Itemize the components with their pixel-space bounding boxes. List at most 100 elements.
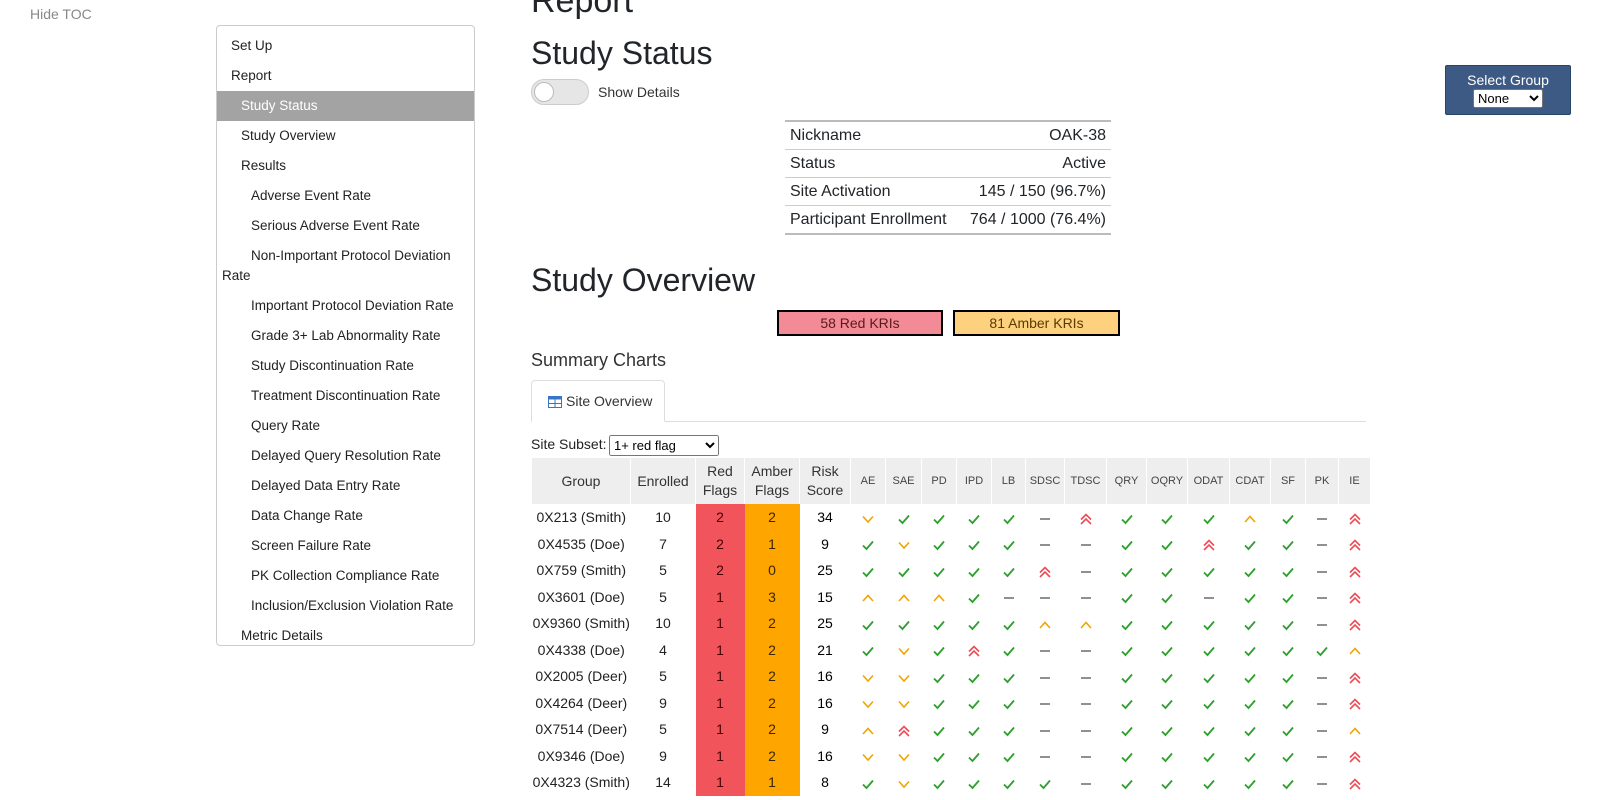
metric-cell-odat[interactable] <box>1188 531 1230 558</box>
metric-cell-oqry[interactable] <box>1147 610 1188 637</box>
metric-cell-tdsc[interactable] <box>1065 557 1107 584</box>
col-header-lb[interactable]: LB <box>991 458 1026 504</box>
metric-cell-ipd[interactable] <box>957 743 992 770</box>
metric-cell-ae[interactable] <box>851 743 886 770</box>
metric-cell-tdsc[interactable] <box>1065 690 1107 717</box>
metric-cell-sf[interactable] <box>1271 690 1306 717</box>
col-header-group[interactable]: Group <box>532 458 631 504</box>
metric-cell-sae[interactable] <box>886 584 922 611</box>
table-row[interactable]: 0X213 (Smith) 10 2 2 34 <box>532 504 1371 531</box>
metric-cell-tdsc[interactable] <box>1065 716 1107 743</box>
metric-cell-pd[interactable] <box>922 531 957 558</box>
metric-cell-odat[interactable] <box>1188 504 1230 531</box>
metric-cell-pd[interactable] <box>922 610 957 637</box>
metric-cell-odat[interactable] <box>1188 663 1230 690</box>
toc-item-pk-collection-compliance-rate[interactable]: PK Collection Compliance Rate <box>217 561 474 591</box>
metric-cell-pk[interactable] <box>1306 769 1339 796</box>
metric-cell-cdat[interactable] <box>1230 504 1271 531</box>
metric-cell-tdsc[interactable] <box>1065 584 1107 611</box>
toc-item-delayed-query-resolution-rate[interactable]: Delayed Query Resolution Rate <box>217 441 474 471</box>
metric-cell-pd[interactable] <box>922 557 957 584</box>
metric-cell-sf[interactable] <box>1271 584 1306 611</box>
metric-cell-oqry[interactable] <box>1147 531 1188 558</box>
metric-cell-ie[interactable] <box>1339 637 1371 664</box>
metric-cell-ie[interactable] <box>1339 690 1371 717</box>
metric-cell-tdsc[interactable] <box>1065 610 1107 637</box>
metric-cell-ae[interactable] <box>851 531 886 558</box>
col-header-ae[interactable]: AE <box>850 458 886 504</box>
metric-cell-pd[interactable] <box>922 743 957 770</box>
metric-cell-sf[interactable] <box>1271 531 1306 558</box>
metric-cell-lb[interactable] <box>992 504 1026 531</box>
metric-cell-cdat[interactable] <box>1230 690 1271 717</box>
metric-cell-sae[interactable] <box>886 743 922 770</box>
metric-cell-pk[interactable] <box>1306 637 1339 664</box>
metric-cell-pk[interactable] <box>1306 663 1339 690</box>
metric-cell-pk[interactable] <box>1306 743 1339 770</box>
metric-cell-odat[interactable] <box>1188 716 1230 743</box>
metric-cell-ipd[interactable] <box>957 690 992 717</box>
toc-item-set-up[interactable]: Set Up <box>217 31 474 61</box>
metric-cell-sdsc[interactable] <box>1026 716 1065 743</box>
metric-cell-sae[interactable] <box>886 557 922 584</box>
metric-cell-tdsc[interactable] <box>1065 504 1107 531</box>
metric-cell-ae[interactable] <box>851 663 886 690</box>
metric-cell-sae[interactable] <box>886 531 922 558</box>
metric-cell-qry[interactable] <box>1107 637 1147 664</box>
metric-cell-ie[interactable] <box>1339 769 1371 796</box>
metric-cell-sae[interactable] <box>886 663 922 690</box>
metric-cell-ae[interactable] <box>851 504 886 531</box>
metric-cell-cdat[interactable] <box>1230 637 1271 664</box>
metric-cell-ie[interactable] <box>1339 504 1371 531</box>
toc-item-study-overview[interactable]: Study Overview <box>217 121 474 151</box>
col-header-sae[interactable]: SAE <box>885 458 922 504</box>
table-row[interactable]: 0X9360 (Smith) 10 1 2 25 <box>532 610 1371 637</box>
metric-cell-pk[interactable] <box>1306 716 1339 743</box>
metric-cell-sf[interactable] <box>1271 610 1306 637</box>
metric-cell-tdsc[interactable] <box>1065 663 1107 690</box>
metric-cell-cdat[interactable] <box>1230 531 1271 558</box>
metric-cell-pk[interactable] <box>1306 584 1339 611</box>
toc-item-grade-3-lab-abnormality-rate[interactable]: Grade 3+ Lab Abnormality Rate <box>217 321 474 351</box>
metric-cell-sae[interactable] <box>886 610 922 637</box>
tab-site-overview[interactable]: Site Overview <box>531 380 665 422</box>
metric-cell-sdsc[interactable] <box>1026 610 1065 637</box>
metric-cell-sf[interactable] <box>1271 663 1306 690</box>
metric-cell-cdat[interactable] <box>1230 557 1271 584</box>
metric-cell-ipd[interactable] <box>957 610 992 637</box>
metric-cell-lb[interactable] <box>992 637 1026 664</box>
toc-item-results[interactable]: Results <box>217 151 474 181</box>
metric-cell-cdat[interactable] <box>1230 584 1271 611</box>
metric-cell-oqry[interactable] <box>1147 584 1188 611</box>
metric-cell-lb[interactable] <box>992 557 1026 584</box>
metric-cell-ipd[interactable] <box>957 716 992 743</box>
table-row[interactable]: 0X4535 (Doe) 7 2 1 9 <box>532 530 1371 558</box>
metric-cell-oqry[interactable] <box>1147 690 1188 717</box>
metric-cell-lb[interactable] <box>992 743 1026 770</box>
col-header-sf[interactable]: SF <box>1270 458 1306 504</box>
metric-cell-ae[interactable] <box>851 584 886 611</box>
table-row[interactable]: 0X9346 (Doe) 9 1 2 16 <box>532 742 1371 770</box>
metric-cell-tdsc[interactable] <box>1065 531 1107 558</box>
metric-cell-ie[interactable] <box>1339 531 1371 558</box>
metric-cell-ie[interactable] <box>1339 584 1371 611</box>
col-header-ipd[interactable]: IPD <box>956 458 992 504</box>
metric-cell-pd[interactable] <box>922 504 957 531</box>
metric-cell-tdsc[interactable] <box>1065 769 1107 796</box>
toc-item-metric-details[interactable]: Metric Details <box>217 621 474 651</box>
metric-cell-sf[interactable] <box>1271 504 1306 531</box>
col-header-odat[interactable]: ODAT <box>1187 458 1230 504</box>
table-row[interactable]: 0X4338 (Doe) 4 1 2 21 <box>532 636 1371 664</box>
show-details-toggle[interactable] <box>531 79 589 105</box>
toc-item-report[interactable]: Report <box>217 61 474 91</box>
metric-cell-pd[interactable] <box>922 637 957 664</box>
metric-cell-ipd[interactable] <box>957 531 992 558</box>
metric-cell-oqry[interactable] <box>1147 716 1188 743</box>
metric-cell-lb[interactable] <box>992 531 1026 558</box>
table-row[interactable]: 0X2005 (Deer) 5 1 2 16 <box>532 663 1371 690</box>
metric-cell-ie[interactable] <box>1339 557 1371 584</box>
metric-cell-qry[interactable] <box>1107 504 1147 531</box>
toc-item-inclusion-exclusion-violation-rate[interactable]: Inclusion/Exclusion Violation Rate <box>217 591 474 621</box>
metric-cell-sdsc[interactable] <box>1026 557 1065 584</box>
metric-cell-pk[interactable] <box>1306 557 1339 584</box>
